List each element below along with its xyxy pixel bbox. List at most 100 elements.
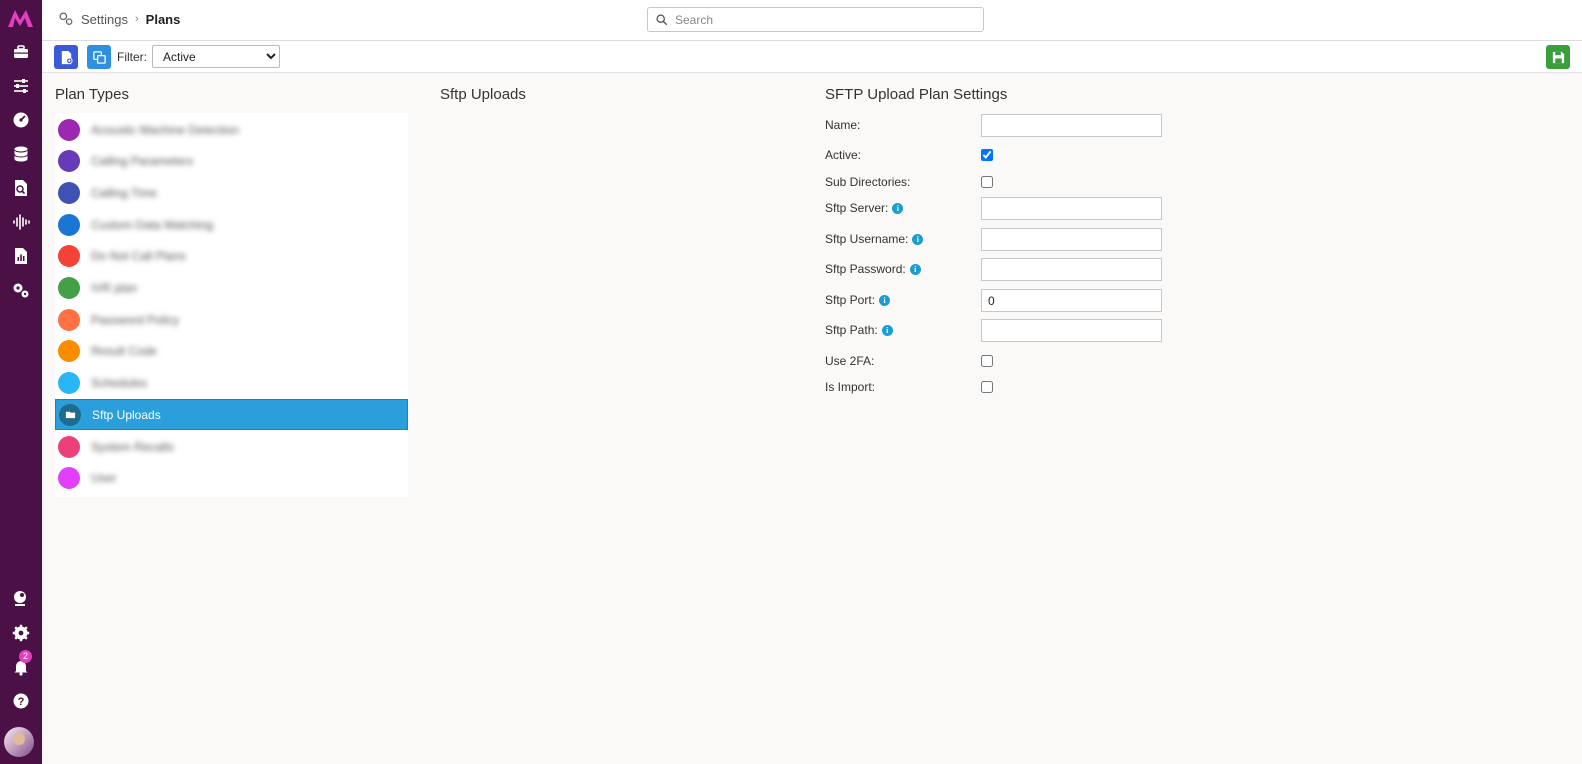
plan-type-item[interactable]: User	[55, 463, 408, 494]
plan-type-item[interactable]: Result Code	[55, 336, 408, 367]
user-avatar[interactable]	[4, 727, 34, 757]
sftp-username-label-wrap: Sftp Username: i	[825, 232, 924, 246]
save-icon	[1551, 50, 1566, 65]
is-import-row: Is Import:	[825, 376, 1225, 400]
search-input[interactable]	[675, 12, 965, 27]
filter-select[interactable]: Active	[152, 45, 280, 68]
plan-type-item[interactable]: Calling Time	[55, 177, 408, 208]
plan-type-label: Schedules	[91, 376, 148, 391]
plan-type-label: User	[91, 471, 117, 486]
new-document-icon	[59, 50, 74, 65]
plan-type-icon	[58, 340, 80, 363]
active-checkbox[interactable]	[981, 149, 993, 161]
plan-type-item[interactable]: Acoustic Machine Detection	[55, 114, 408, 145]
sftp-username-field[interactable]	[981, 228, 1162, 251]
sftp-port-field[interactable]	[981, 289, 1162, 312]
sftp-server-row: Sftp Server: i	[825, 197, 1225, 221]
info-icon[interactable]: i	[879, 294, 891, 306]
toolbox-icon[interactable]	[8, 39, 34, 65]
top-bar: Settings › Plans	[42, 0, 1582, 41]
plan-type-label: IVR plan	[91, 281, 138, 295]
plan-type-icon	[58, 467, 80, 490]
sub-directories-label: Sub Directories:	[825, 175, 911, 189]
plan-type-icon	[58, 435, 80, 458]
plan-type-label: Sftp Uploads	[92, 407, 161, 422]
plan-type-item[interactable]: Password Policy	[55, 304, 408, 335]
globe-user-icon[interactable]	[8, 586, 34, 612]
sftp-port-row: Sftp Port: i	[825, 289, 1225, 313]
use-2fa-checkbox[interactable]	[981, 355, 993, 367]
sftp-port-label-wrap: Sftp Port: i	[825, 293, 891, 307]
plan-type-label: Result Code	[91, 344, 158, 359]
use-2fa-row: Use 2FA:	[825, 350, 1225, 374]
name-label: Name:	[825, 118, 861, 132]
plan-type-item[interactable]: Custom Data Matching	[55, 209, 408, 240]
database-icon[interactable]	[8, 141, 34, 167]
sub-directories-checkbox[interactable]	[981, 176, 993, 188]
help-icon[interactable]: ?	[8, 688, 34, 714]
new-plan-button[interactable]	[54, 45, 78, 69]
use-2fa-label: Use 2FA:	[825, 354, 875, 368]
save-button[interactable]	[1546, 45, 1570, 69]
sftp-password-label: Sftp Password:	[825, 262, 906, 276]
waveform-icon[interactable]	[8, 209, 34, 235]
info-icon[interactable]: i	[909, 263, 921, 275]
search-box[interactable]	[647, 7, 984, 32]
copy-plan-button[interactable]	[87, 45, 111, 69]
plan-type-icon	[58, 150, 80, 173]
sftp-path-label-wrap: Sftp Path: i	[825, 323, 893, 337]
sftp-password-field[interactable]	[981, 258, 1162, 281]
info-icon[interactable]: i	[881, 324, 893, 336]
plan-type-item[interactable]: Do Not Call Plans	[55, 241, 408, 272]
notification-bell-icon[interactable]: 2	[8, 650, 34, 680]
sftp-password-label-wrap: Sftp Password: i	[825, 262, 921, 276]
sftp-path-field[interactable]	[981, 319, 1162, 342]
sftp-username-row: Sftp Username: i	[825, 228, 1225, 252]
breadcrumb-current: Plans	[145, 11, 181, 27]
is-import-checkbox[interactable]	[981, 381, 993, 393]
svg-text:?: ?	[18, 696, 25, 708]
plan-type-item[interactable]: IVR plan	[55, 273, 408, 304]
sftp-path-row: Sftp Path: i	[825, 319, 1225, 343]
plan-type-item[interactable]: Sftp Uploads	[55, 399, 408, 431]
dashboard-icon[interactable]	[8, 107, 34, 133]
sub-directories-row: Sub Directories:	[825, 171, 1225, 195]
app-logo[interactable]	[6, 7, 36, 29]
side-navigation: 2 ?	[0, 0, 42, 764]
breadcrumb-separator: ›	[134, 13, 139, 25]
plan-list-title: Sftp Uploads	[440, 86, 526, 103]
report-icon[interactable]	[8, 243, 34, 269]
plan-types-title: Plan Types	[55, 86, 129, 103]
name-field[interactable]	[981, 114, 1162, 137]
plan-type-icon	[58, 181, 80, 204]
search-icon	[656, 13, 668, 26]
plan-type-icon	[58, 372, 80, 395]
plan-type-item[interactable]: System Recalls	[55, 431, 408, 462]
plan-type-item[interactable]: Schedules	[55, 368, 408, 399]
plan-type-item[interactable]: Calling Parameters	[55, 146, 408, 177]
settings-cogs-icon	[58, 11, 74, 27]
copy-icon	[92, 50, 107, 65]
sliders-icon[interactable]	[8, 73, 34, 99]
name-row: Name:	[825, 114, 1225, 138]
cogs-icon[interactable]	[8, 277, 34, 303]
breadcrumb-settings-link[interactable]: Settings	[81, 12, 128, 27]
settings-gear-icon[interactable]	[8, 620, 34, 646]
breadcrumb: Settings › Plans	[58, 11, 180, 27]
filter-label: Filter:	[117, 50, 147, 64]
sftp-username-label: Sftp Username:	[825, 232, 909, 246]
sftp-server-label-wrap: Sftp Server: i	[825, 201, 904, 215]
file-search-icon[interactable]	[8, 175, 34, 201]
sftp-path-label: Sftp Path:	[825, 323, 878, 337]
active-row: Active:	[825, 144, 1225, 168]
is-import-label: Is Import:	[825, 380, 876, 394]
plan-type-icon	[58, 308, 80, 331]
toolbar: Filter: Active	[42, 41, 1582, 73]
plan-types-list: Acoustic Machine Detection Calling Parame…	[55, 113, 408, 497]
active-label: Active:	[825, 148, 862, 162]
info-icon[interactable]: i	[892, 202, 904, 214]
plan-type-icon	[58, 213, 80, 236]
sftp-port-label: Sftp Port:	[825, 293, 876, 307]
info-icon[interactable]: i	[912, 233, 924, 245]
sftp-server-field[interactable]	[981, 197, 1162, 220]
